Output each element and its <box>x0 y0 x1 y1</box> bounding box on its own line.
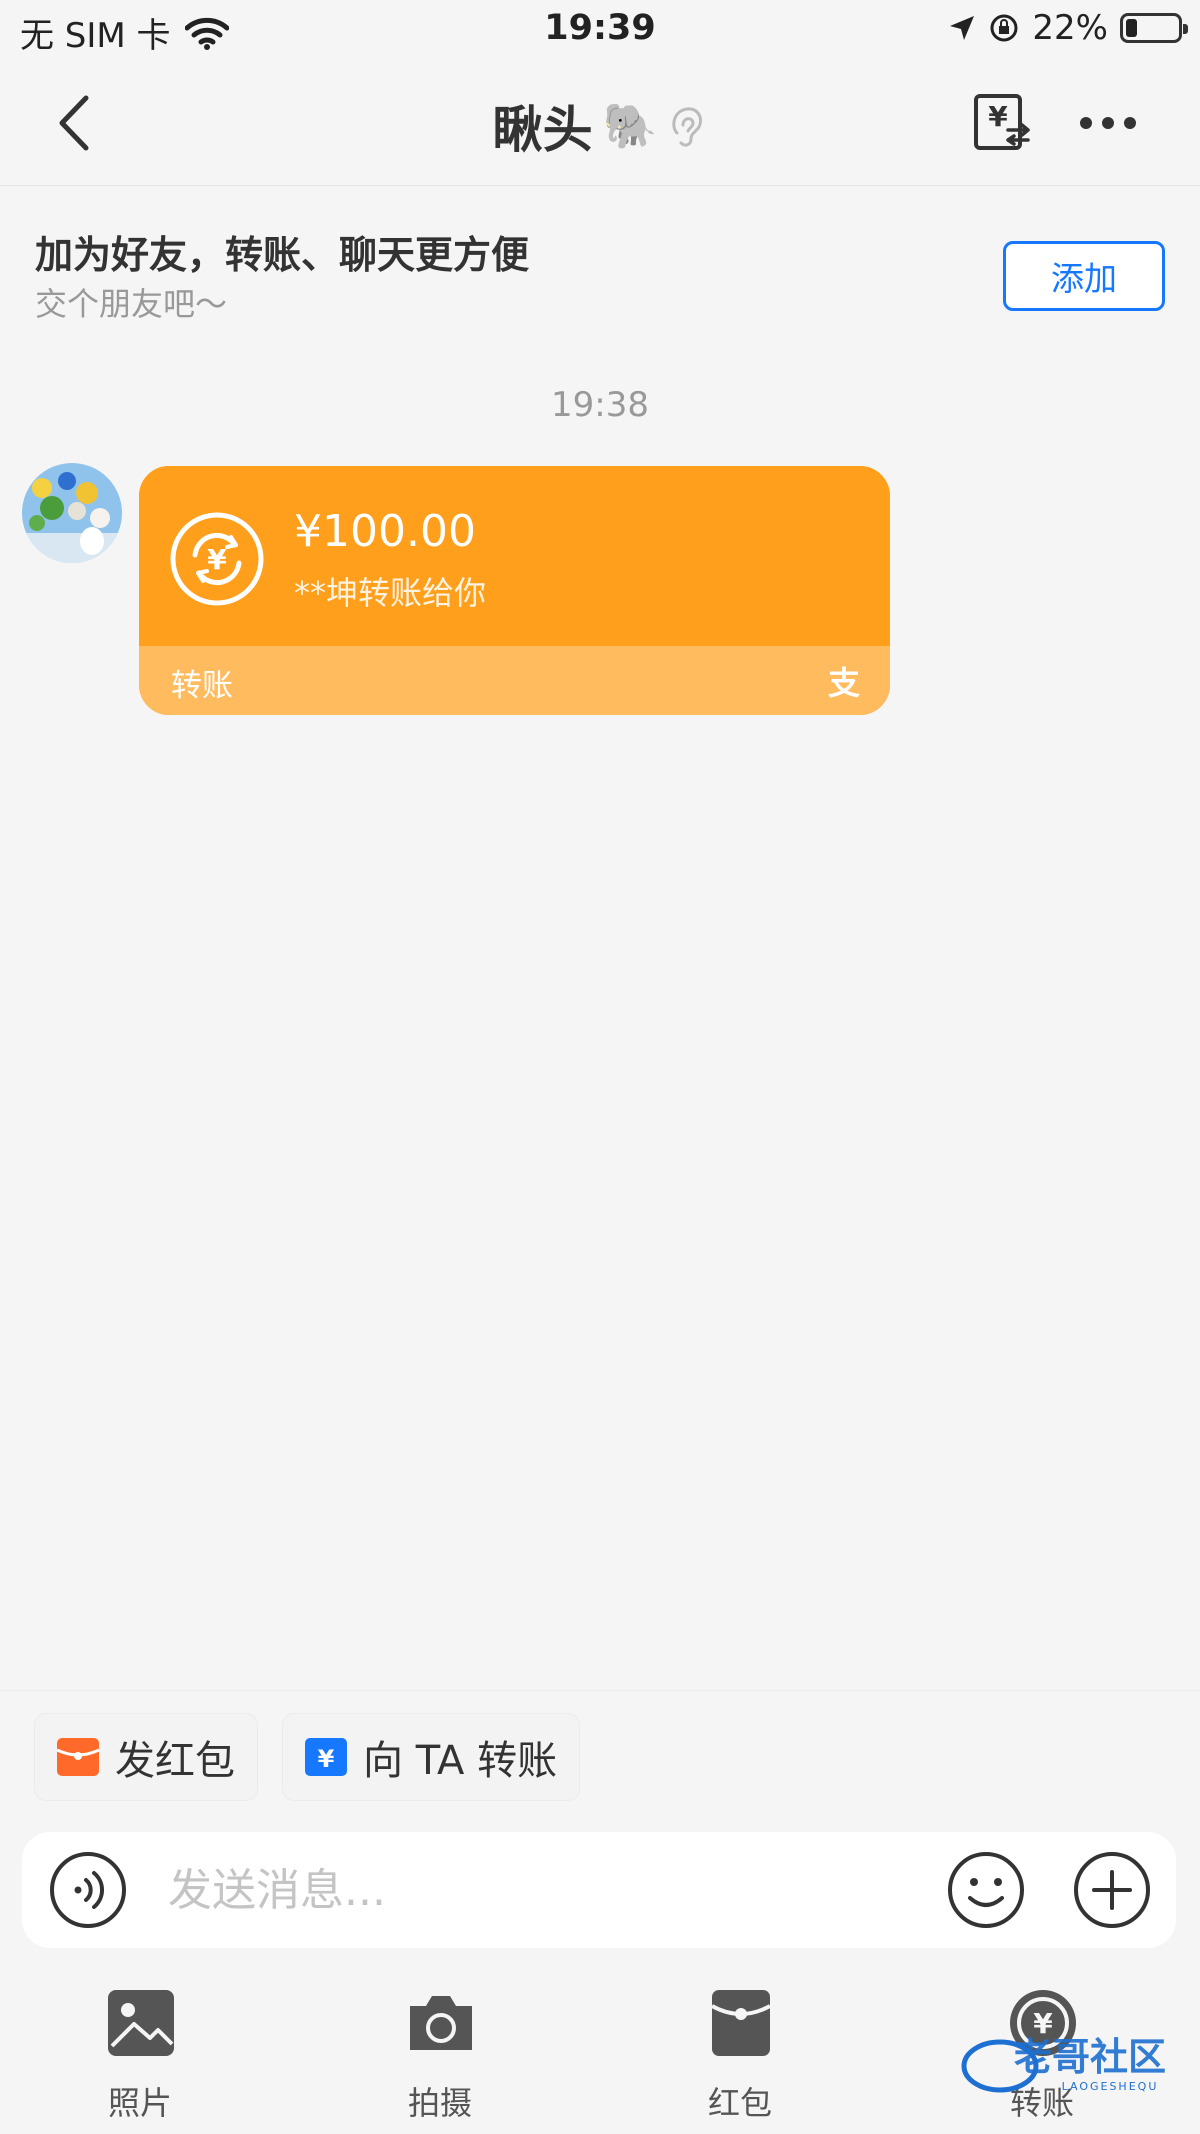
message-input-bar <box>22 1832 1176 1948</box>
avatar-image <box>22 463 122 563</box>
add-friend-banner: 加为好友，转账、聊天更方便 交个朋友吧～ 添加 <box>0 186 1200 346</box>
send-red-envelope-label: 发红包 <box>115 1738 235 1784</box>
contact-name: 瞅头 <box>492 101 593 159</box>
red-envelope-icon <box>57 1738 99 1776</box>
avatar[interactable] <box>22 463 122 563</box>
voice-icon[interactable] <box>48 1850 128 1930</box>
transfer-yuan-icon: ¥ <box>305 1738 347 1776</box>
watermark-logo: 老哥社区 LAOGESHEQU <box>961 2035 1166 2093</box>
transfer-to-ta-button[interactable]: ¥ 向 TA 转账 <box>282 1713 581 1801</box>
red-envelope-icon <box>711 1990 771 2056</box>
battery-icon <box>1120 13 1188 43</box>
tool-red-envelope[interactable]: 红包 <box>660 1970 820 2130</box>
transfer-card-footer: 转账 支 <box>139 646 890 715</box>
transfer-card-top: ¥ ¥100.00 **坤转账给你 <box>139 466 890 646</box>
svg-text:LAOGESHEQU: LAOGESHEQU <box>1062 2080 1159 2093</box>
add-friend-button[interactable]: 添加 <box>1003 241 1165 311</box>
alipay-logo-icon: 支 <box>827 664 860 702</box>
status-right: 22% <box>948 8 1188 48</box>
status-bar: 无 SIM 卡 19:39 22% <box>0 0 1200 62</box>
tool-photo-label: 照片 <box>107 2084 172 2122</box>
message-timestamp: 19:38 <box>551 385 649 425</box>
ear-icon <box>672 107 703 147</box>
quick-actions-bar: 发红包 ¥ 向 TA 转账 <box>0 1690 1200 1810</box>
photo-icon <box>108 1990 174 2056</box>
svg-text:老哥社区: 老哥社区 <box>1014 2035 1166 2079</box>
tool-camera-label: 拍摄 <box>407 2084 472 2122</box>
tool-photo[interactable]: 照片 <box>60 1970 220 2130</box>
send-red-envelope-button[interactable]: 发红包 <box>34 1713 258 1801</box>
banner-subtitle: 交个朋友吧～ <box>35 285 228 323</box>
transfer-to-ta-label: 向 TA 转账 <box>363 1738 558 1784</box>
nav-bar: 瞅头 🐘 ¥ <box>0 62 1200 186</box>
banner-title: 加为好友，转账、聊天更方便 <box>35 233 530 277</box>
tool-camera[interactable]: 拍摄 <box>360 1970 520 2130</box>
emoji-icon[interactable] <box>946 1850 1026 1930</box>
more-menu-icon[interactable] <box>1078 108 1138 138</box>
rotation-lock-icon <box>990 14 1018 42</box>
location-arrow-icon <box>950 16 975 40</box>
plus-icon[interactable] <box>1072 1850 1152 1930</box>
svg-text:¥: ¥ <box>318 1745 335 1773</box>
transfer-record-icon[interactable]: ¥ <box>972 92 1032 152</box>
camera-icon <box>410 1996 472 2050</box>
message-input[interactable] <box>168 1858 928 1922</box>
svg-text:¥: ¥ <box>207 543 227 576</box>
transfer-amount: ¥100.00 <box>294 506 476 557</box>
tool-red-envelope-label: 红包 <box>707 2084 772 2122</box>
contact-name-emoji: 🐘 <box>602 101 658 152</box>
transfer-footer-label: 转账 <box>171 668 233 704</box>
svg-text:¥: ¥ <box>988 100 1008 133</box>
transfer-message-card[interactable]: ¥ ¥100.00 **坤转账给你 转账 支 <box>139 466 890 715</box>
battery-percent: 22% <box>1032 8 1108 48</box>
transfer-description: **坤转账给你 <box>294 574 487 612</box>
yuan-transfer-icon: ¥ <box>170 512 264 606</box>
